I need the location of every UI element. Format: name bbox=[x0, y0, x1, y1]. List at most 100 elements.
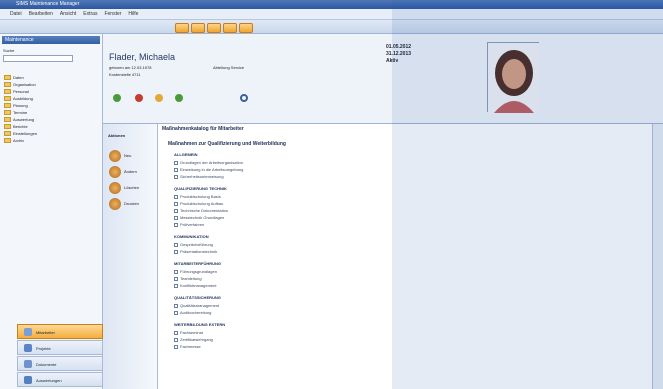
orange-status-icon[interactable] bbox=[155, 94, 163, 102]
tree-item[interactable]: Daten bbox=[4, 74, 99, 81]
list-item[interactable]: Fachseminar bbox=[174, 330, 203, 335]
list-item[interactable]: Führungsgrundlagen bbox=[174, 269, 217, 274]
tree-item[interactable]: Ausbildung bbox=[4, 95, 99, 102]
tree-item[interactable]: Einstellungen bbox=[4, 130, 99, 137]
blue-overlay bbox=[392, 0, 663, 389]
list-item[interactable]: Zertifikatslehrgang bbox=[174, 337, 213, 342]
folder-icon bbox=[4, 131, 11, 136]
tree-item[interactable]: Auswertung bbox=[4, 116, 99, 123]
list-item[interactable]: Auditvorbereitung bbox=[174, 310, 211, 315]
list-item[interactable]: Qualitätsmanagement bbox=[174, 303, 219, 308]
checkbox[interactable] bbox=[174, 174, 178, 179]
green-status-icon[interactable] bbox=[113, 94, 121, 102]
nav-button-auswertungen[interactable]: Auswertungen bbox=[17, 372, 103, 387]
section-title: QUALITÄTSSICHERUNG bbox=[174, 295, 221, 300]
checkbox[interactable] bbox=[174, 160, 178, 165]
nav-button-mitarbeiter[interactable]: Mitarbeiter bbox=[17, 324, 103, 339]
quick-action-print[interactable]: Drucken bbox=[109, 196, 153, 211]
section-title: QUALIFIZIERUNG TECHNIK bbox=[174, 186, 227, 191]
print-button[interactable] bbox=[207, 23, 221, 33]
section-title: MITARBEITERFÜHRUNG bbox=[174, 261, 222, 266]
quick-action-delete[interactable]: Löschen bbox=[109, 180, 153, 195]
home-button[interactable] bbox=[175, 23, 189, 33]
checkbox[interactable] bbox=[174, 249, 178, 254]
list-item[interactable]: Konfliktmanagement bbox=[174, 283, 216, 288]
tree-item[interactable]: Organisation bbox=[4, 81, 99, 88]
quick-action-edit[interactable]: Ändern bbox=[109, 164, 153, 179]
list-item[interactable]: Präsentationstechnik bbox=[174, 249, 217, 254]
people-icon bbox=[24, 328, 32, 336]
tree-view: Daten Organisation Personal Ausbildung P… bbox=[4, 74, 99, 144]
save-button[interactable] bbox=[191, 23, 205, 33]
refresh-icon[interactable] bbox=[240, 94, 248, 102]
tree-item[interactable]: Berichte bbox=[4, 123, 99, 130]
cost-center: Kostenstelle 4711 bbox=[109, 72, 141, 77]
menu-item-fenster[interactable]: Fenster bbox=[104, 11, 121, 17]
sidebar-header: Maintenance bbox=[2, 36, 100, 44]
folder-icon bbox=[4, 96, 11, 101]
menu-item-bearbeiten[interactable]: Bearbeiten bbox=[29, 11, 53, 17]
list-item[interactable]: Sicherheitsunterweisung bbox=[174, 174, 224, 179]
list-item[interactable]: Technische Dokumentation bbox=[174, 208, 228, 213]
section-title: WEITERBILDUNG EXTERN bbox=[174, 322, 226, 327]
checkbox[interactable] bbox=[174, 215, 178, 220]
quick-action-new[interactable]: Neu bbox=[109, 148, 153, 163]
folder-icon bbox=[4, 89, 11, 94]
catalog-heading: Maßnahmen zur Qualifizierung und Weiterb… bbox=[168, 141, 286, 147]
person-icon bbox=[109, 165, 121, 178]
list-item[interactable]: Produktschulung Aufbau bbox=[174, 201, 223, 206]
list-item[interactable]: Einweisung in die Arbeitsumgebung bbox=[174, 167, 243, 172]
checkbox[interactable] bbox=[174, 222, 178, 227]
list-item[interactable]: Messtechnik Grundlagen bbox=[174, 215, 224, 220]
checkbox[interactable] bbox=[174, 167, 178, 172]
tree-item[interactable]: Planung bbox=[4, 102, 99, 109]
folder-icon bbox=[4, 75, 11, 80]
checkbox[interactable] bbox=[174, 194, 178, 199]
document-icon bbox=[24, 360, 32, 368]
list-item[interactable]: Gesprächsführung bbox=[174, 242, 213, 247]
list-item[interactable]: Grundlagen der Arbeitsorganisation bbox=[174, 160, 243, 165]
checkbox[interactable] bbox=[174, 344, 178, 349]
red-status-icon[interactable] bbox=[135, 94, 143, 102]
list-item[interactable]: Produktschulung Basis bbox=[174, 194, 221, 199]
menu-item-ansicht[interactable]: Ansicht bbox=[60, 11, 76, 17]
menu-item-extras[interactable]: Extras bbox=[83, 11, 97, 17]
checkbox[interactable] bbox=[174, 303, 178, 308]
checkbox[interactable] bbox=[174, 310, 178, 315]
export-button[interactable] bbox=[223, 23, 237, 33]
menu-item-hilfe[interactable]: Hilfe bbox=[128, 11, 138, 17]
nav-button-projekte[interactable]: Projekte bbox=[17, 340, 103, 355]
search-label: Suche bbox=[3, 48, 15, 53]
person-icon bbox=[109, 149, 121, 162]
department: Abteilung Service bbox=[213, 65, 245, 70]
green-check-icon[interactable] bbox=[175, 94, 183, 102]
quick-panel: Aktionen Neu Ändern Löschen Drucken bbox=[103, 124, 158, 389]
project-icon bbox=[24, 344, 32, 352]
list-item[interactable]: Teamleitung bbox=[174, 276, 202, 281]
list-item[interactable]: Prüfverfahren bbox=[174, 222, 204, 227]
folder-icon bbox=[4, 110, 11, 115]
help-button[interactable] bbox=[239, 23, 253, 33]
checkbox[interactable] bbox=[174, 208, 178, 213]
checkbox[interactable] bbox=[174, 337, 178, 342]
checkbox[interactable] bbox=[174, 201, 178, 206]
chart-icon bbox=[24, 376, 32, 384]
checkbox[interactable] bbox=[174, 269, 178, 274]
person-icon bbox=[109, 181, 121, 194]
tree-item[interactable]: Personal bbox=[4, 88, 99, 95]
menu-item-datei[interactable]: Datei bbox=[10, 11, 22, 17]
employee-name: Flader, Michaela bbox=[109, 52, 176, 62]
tree-item[interactable]: Termine bbox=[4, 109, 99, 116]
checkbox[interactable] bbox=[174, 330, 178, 335]
checkbox[interactable] bbox=[174, 276, 178, 281]
tree-item[interactable]: Archiv bbox=[4, 137, 99, 144]
search-input[interactable] bbox=[3, 55, 73, 62]
sidebar: Maintenance Suche Daten Organisation Per… bbox=[0, 34, 103, 389]
checkbox[interactable] bbox=[174, 283, 178, 288]
checkbox[interactable] bbox=[174, 242, 178, 247]
section-title: KOMMUNIKATION bbox=[174, 234, 209, 239]
nav-button-dokumente[interactable]: Dokumente bbox=[17, 356, 103, 371]
folder-icon bbox=[4, 103, 11, 108]
birth-date: geboren am 12.03.1978 bbox=[109, 65, 152, 70]
list-item[interactable]: Fachmesse bbox=[174, 344, 201, 349]
